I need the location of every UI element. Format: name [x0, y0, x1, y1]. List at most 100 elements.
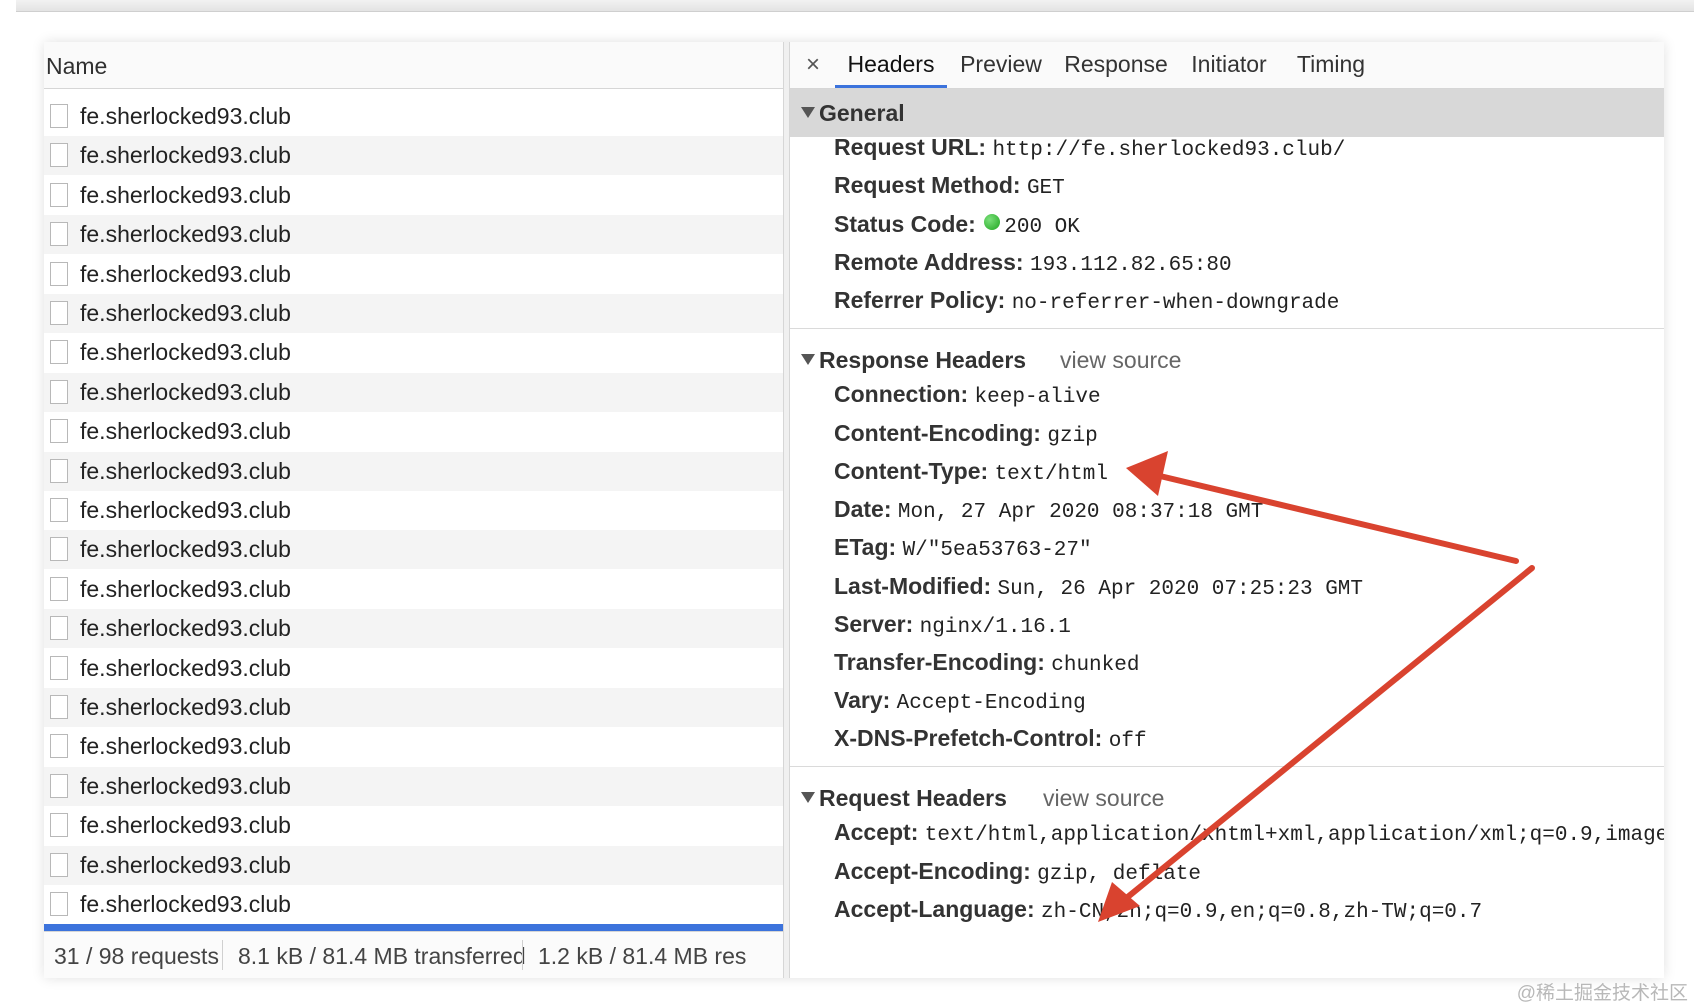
table-row[interactable]: fe.sherlocked93.club	[44, 176, 783, 215]
header-key: ETag:	[834, 534, 897, 560]
response-headers-section-header[interactable]: Response Headers view source	[790, 336, 1664, 384]
header-accept: Accept: text/html,application/xhtml+xml,…	[834, 819, 1664, 847]
header-last-modified: Last-Modified: Sun, 26 Apr 2020 07:25:23…	[834, 573, 1363, 601]
header-date: Date: Mon, 27 Apr 2020 08:37:18 GMT	[834, 496, 1263, 524]
response-view-source-link[interactable]: view source	[1060, 347, 1181, 374]
header-content-encoding: Content-Encoding: gzip	[834, 420, 1098, 448]
request-name: fe.sherlocked93.club	[80, 497, 291, 523]
table-row[interactable]: fe.sherlocked93.club	[44, 412, 783, 451]
header-accept-language: Accept-Language: zh-CN,zh;q=0.9,en;q=0.8…	[834, 896, 1482, 924]
header-key: Status Code:	[834, 211, 976, 237]
table-row[interactable]: fe.sherlocked93.club	[44, 491, 783, 530]
table-row[interactable]: fe.sherlocked93.club	[44, 333, 783, 372]
header-request-url: Request URL: http://fe.sherlocked93.club…	[834, 134, 1345, 162]
request-name: fe.sherlocked93.club	[80, 891, 291, 917]
table-row[interactable]: fe.sherlocked93.club	[44, 530, 783, 570]
table-row[interactable]: fe.sherlocked93.club	[44, 451, 783, 491]
header-value: http://fe.sherlocked93.club/	[992, 139, 1346, 162]
tab-headers[interactable]: Headers	[835, 42, 947, 88]
header-vary: Vary: Accept-Encoding	[834, 687, 1086, 715]
request-name: fe.sherlocked93.club	[80, 300, 291, 326]
document-icon	[50, 773, 68, 798]
header-key: Server:	[834, 611, 914, 637]
tab-preview[interactable]: Preview	[953, 42, 1049, 88]
header-key: X-DNS-Prefetch-Control:	[834, 725, 1103, 751]
request-name: fe.sherlocked93.club	[80, 733, 291, 760]
header-referrer-policy: Referrer Policy: no-referrer-when-downgr…	[834, 287, 1339, 315]
header-value: W/"5ea53763-27"	[902, 539, 1092, 562]
request-name: fe.sherlocked93.club	[80, 615, 291, 642]
close-details-icon[interactable]: ×	[806, 51, 820, 79]
table-row[interactable]: fe.sherlocked93.club	[44, 845, 783, 885]
table-row[interactable]: fe.sherlocked93.club	[44, 255, 783, 294]
tab-response[interactable]: Response	[1060, 42, 1172, 88]
general-section-title: General	[819, 100, 905, 126]
document-icon	[50, 695, 68, 719]
table-row[interactable]: fe.sherlocked93.club	[44, 136, 783, 176]
header-value: off	[1108, 730, 1147, 753]
request-name: fe.sherlocked93.club	[80, 418, 291, 445]
table-row[interactable]: fe.sherlocked93.club	[44, 294, 783, 333]
request-name: fe.sherlocked93.club	[80, 260, 291, 287]
document-icon	[50, 419, 68, 444]
table-row[interactable]: fe.sherlocked93.club	[44, 372, 783, 412]
request-list: fe.sherlocked93.club fe.sherlocked93.club…	[44, 89, 783, 931]
header-server: Server: nginx/1.16.1	[834, 611, 1071, 639]
tab-initiator[interactable]: Initiator	[1182, 42, 1276, 88]
document-icon	[50, 301, 68, 325]
header-value: gzip, deflate	[1037, 863, 1201, 886]
table-row[interactable]: fe.sherlocked93.club	[44, 215, 783, 255]
table-row[interactable]: fe.sherlocked93.club	[44, 727, 783, 766]
collapse-triangle-icon	[801, 792, 815, 803]
header-key: Date:	[834, 496, 892, 522]
header-etag: ETag: W/"5ea53763-27"	[834, 534, 1092, 562]
table-row[interactable]: fe.sherlocked93.club	[44, 97, 783, 136]
table-row[interactable]: fe.sherlocked93.club	[44, 570, 783, 609]
name-column-header[interactable]: Name	[44, 42, 783, 89]
tab-timing[interactable]: Timing	[1286, 42, 1376, 88]
header-value: Mon, 27 Apr 2020 08:37:18 GMT	[897, 501, 1264, 524]
request-name: fe.sherlocked93.club	[80, 181, 291, 208]
table-row[interactable]: fe.sherlocked93.club	[44, 885, 783, 924]
table-row[interactable]: fe.sherlocked93.club	[44, 806, 783, 845]
request-name: fe.sherlocked93.club	[80, 221, 291, 248]
document-icon	[50, 655, 68, 680]
table-row[interactable]: fe.sherlocked93.club	[44, 766, 783, 806]
summary-resources: 1.2 kB / 81.4 MB res	[538, 943, 747, 969]
request-name: fe.sherlocked93.club	[80, 772, 291, 799]
request-name: fe.sherlocked93.club	[80, 812, 291, 839]
header-key: Accept-Encoding:	[834, 858, 1031, 884]
request-name: fe.sherlocked93.club	[80, 339, 291, 366]
header-key: Connection:	[834, 381, 969, 407]
details-tab-bar: × Headers Preview Response Initiator Tim…	[790, 42, 1664, 89]
document-icon	[50, 222, 68, 247]
header-key: Remote Address:	[834, 249, 1024, 275]
header-remote-address: Remote Address: 193.112.82.65:80	[834, 249, 1232, 277]
document-icon	[50, 537, 68, 562]
watermark: @稀土掘金技术社区	[1516, 983, 1688, 1004]
general-section-header[interactable]: General	[790, 89, 1664, 137]
table-row[interactable]: fe.sherlocked93.club	[44, 688, 783, 727]
header-value: Accept-Encoding	[896, 692, 1086, 715]
request-view-source-link[interactable]: view source	[1043, 785, 1164, 812]
header-value: nginx/1.16.1	[919, 616, 1071, 639]
header-value: zh-CN,zh;q=0.9,en;q=0.8,zh-TW;q=0.7	[1041, 901, 1483, 924]
header-key: Transfer-Encoding:	[834, 649, 1045, 675]
pane-resize-handle[interactable]	[783, 42, 790, 978]
table-row[interactable]: fe.sherlocked93.club	[44, 609, 783, 649]
request-name: fe.sherlocked93.club	[80, 694, 291, 720]
document-icon	[50, 576, 68, 601]
document-icon	[50, 379, 68, 404]
header-value: Sun, 26 Apr 2020 07:25:23 GMT	[997, 578, 1364, 601]
header-key: Vary:	[834, 687, 891, 713]
header-content-type: Content-Type: text/html	[834, 458, 1108, 486]
table-row-selected[interactable]: fe.sherlocked93.club	[44, 924, 783, 931]
document-icon	[50, 813, 68, 838]
header-value: no-referrer-when-downgrade	[1011, 292, 1340, 315]
section-divider	[790, 328, 1664, 329]
response-headers-title: Response Headers	[819, 347, 1027, 373]
table-row[interactable]: fe.sherlocked93.club	[44, 649, 783, 688]
document-icon	[50, 340, 68, 365]
request-headers-section-header[interactable]: Request Headers view source	[790, 774, 1664, 822]
request-name: fe.sherlocked93.club	[80, 457, 291, 484]
